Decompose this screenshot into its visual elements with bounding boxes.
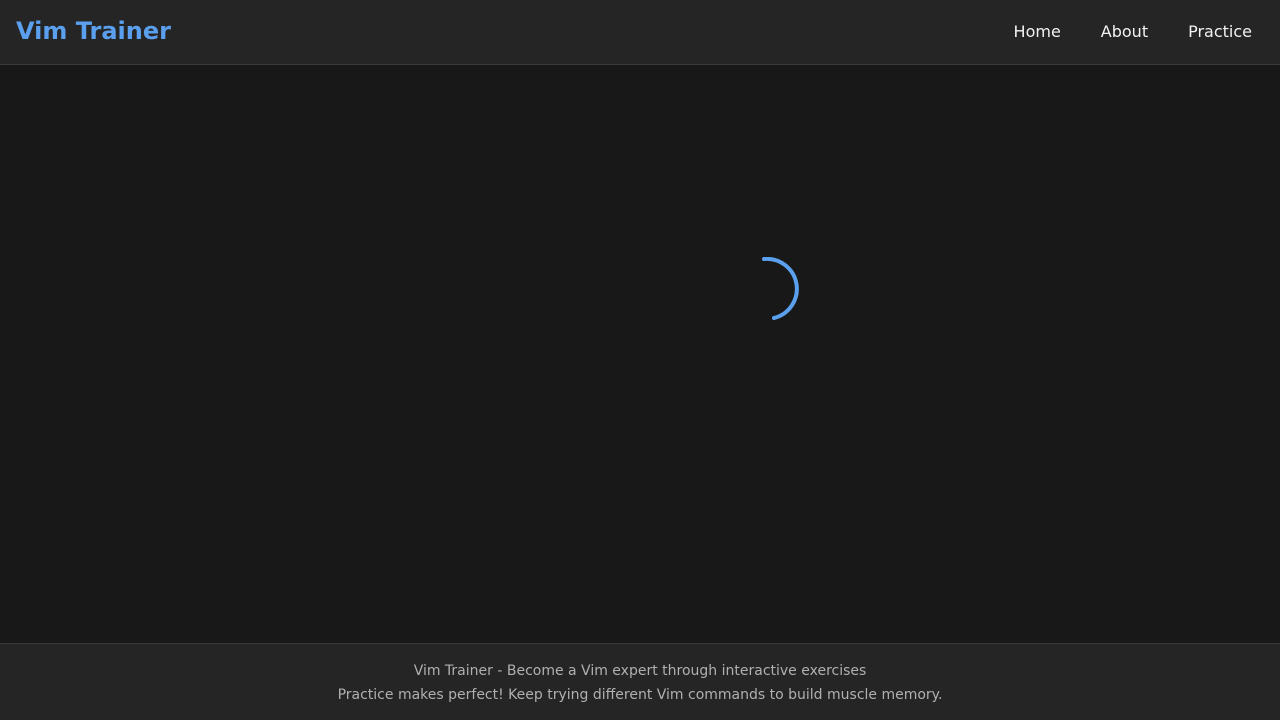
footer-tip: Practice makes perfect! Keep trying diff… (337, 687, 943, 703)
nav-link-practice[interactable]: Practice (1168, 20, 1272, 44)
footer-tagline: Vim Trainer - Become a Vim expert throug… (413, 663, 867, 679)
main-nav: Home About Practice (994, 0, 1272, 64)
site-brand-logo[interactable]: Vim Trainer (16, 15, 171, 47)
loading-spinner-icon (762, 257, 799, 320)
top-header: Vim Trainer Home About Practice (0, 0, 1280, 65)
nav-link-about[interactable]: About (1081, 20, 1168, 44)
main-content (0, 65, 1280, 643)
page-footer: Vim Trainer - Become a Vim expert throug… (0, 643, 1280, 720)
nav-link-home[interactable]: Home (994, 20, 1081, 44)
